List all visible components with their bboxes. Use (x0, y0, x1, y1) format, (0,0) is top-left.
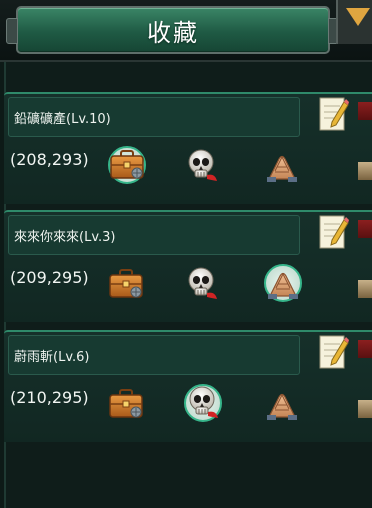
handshake-icon[interactable] (264, 264, 302, 302)
delete-icon[interactable] (358, 102, 372, 120)
favorite-entry[interactable]: 來來你來來(Lv.3) (209,295) (4, 210, 372, 322)
favorite-entry[interactable]: 蔚雨斬(Lv.6) (210,295) (4, 330, 372, 442)
skull-icon[interactable] (184, 266, 220, 302)
delete-icon[interactable] (358, 340, 372, 358)
entry-coordinates[interactable]: (209,295) (10, 268, 89, 287)
skull-icon[interactable] (184, 384, 222, 422)
briefcase-icon[interactable] (108, 266, 144, 302)
delete-icon[interactable] (358, 220, 372, 238)
entry-name[interactable]: 鉛礦礦產(Lv.10) (8, 97, 300, 137)
briefcase-icon[interactable] (108, 146, 146, 184)
edit-note-icon[interactable] (318, 332, 350, 372)
entry-name[interactable]: 蔚雨斬(Lv.6) (8, 335, 300, 375)
title-bar: 收藏 (6, 6, 340, 54)
goto-icon[interactable] (358, 162, 372, 180)
entry-coordinates[interactable]: (208,293) (10, 150, 89, 169)
edit-note-icon[interactable] (318, 94, 350, 134)
page-title: 收藏 (147, 18, 199, 47)
corner-menu-button[interactable] (336, 0, 372, 44)
entry-coordinates[interactable]: (210,295) (10, 388, 89, 407)
goto-icon[interactable] (358, 400, 372, 418)
header: 收藏 (0, 0, 372, 62)
handshake-icon[interactable] (264, 148, 300, 184)
triangle-icon (346, 8, 370, 26)
goto-icon[interactable] (358, 280, 372, 298)
briefcase-icon[interactable] (108, 386, 144, 422)
skull-icon[interactable] (184, 148, 220, 184)
favorite-entry[interactable]: 鉛礦礦產(Lv.10) (208,293) (4, 92, 372, 204)
entry-name[interactable]: 來來你來來(Lv.3) (8, 215, 300, 255)
edit-note-icon[interactable] (318, 212, 350, 252)
handshake-icon[interactable] (264, 386, 300, 422)
